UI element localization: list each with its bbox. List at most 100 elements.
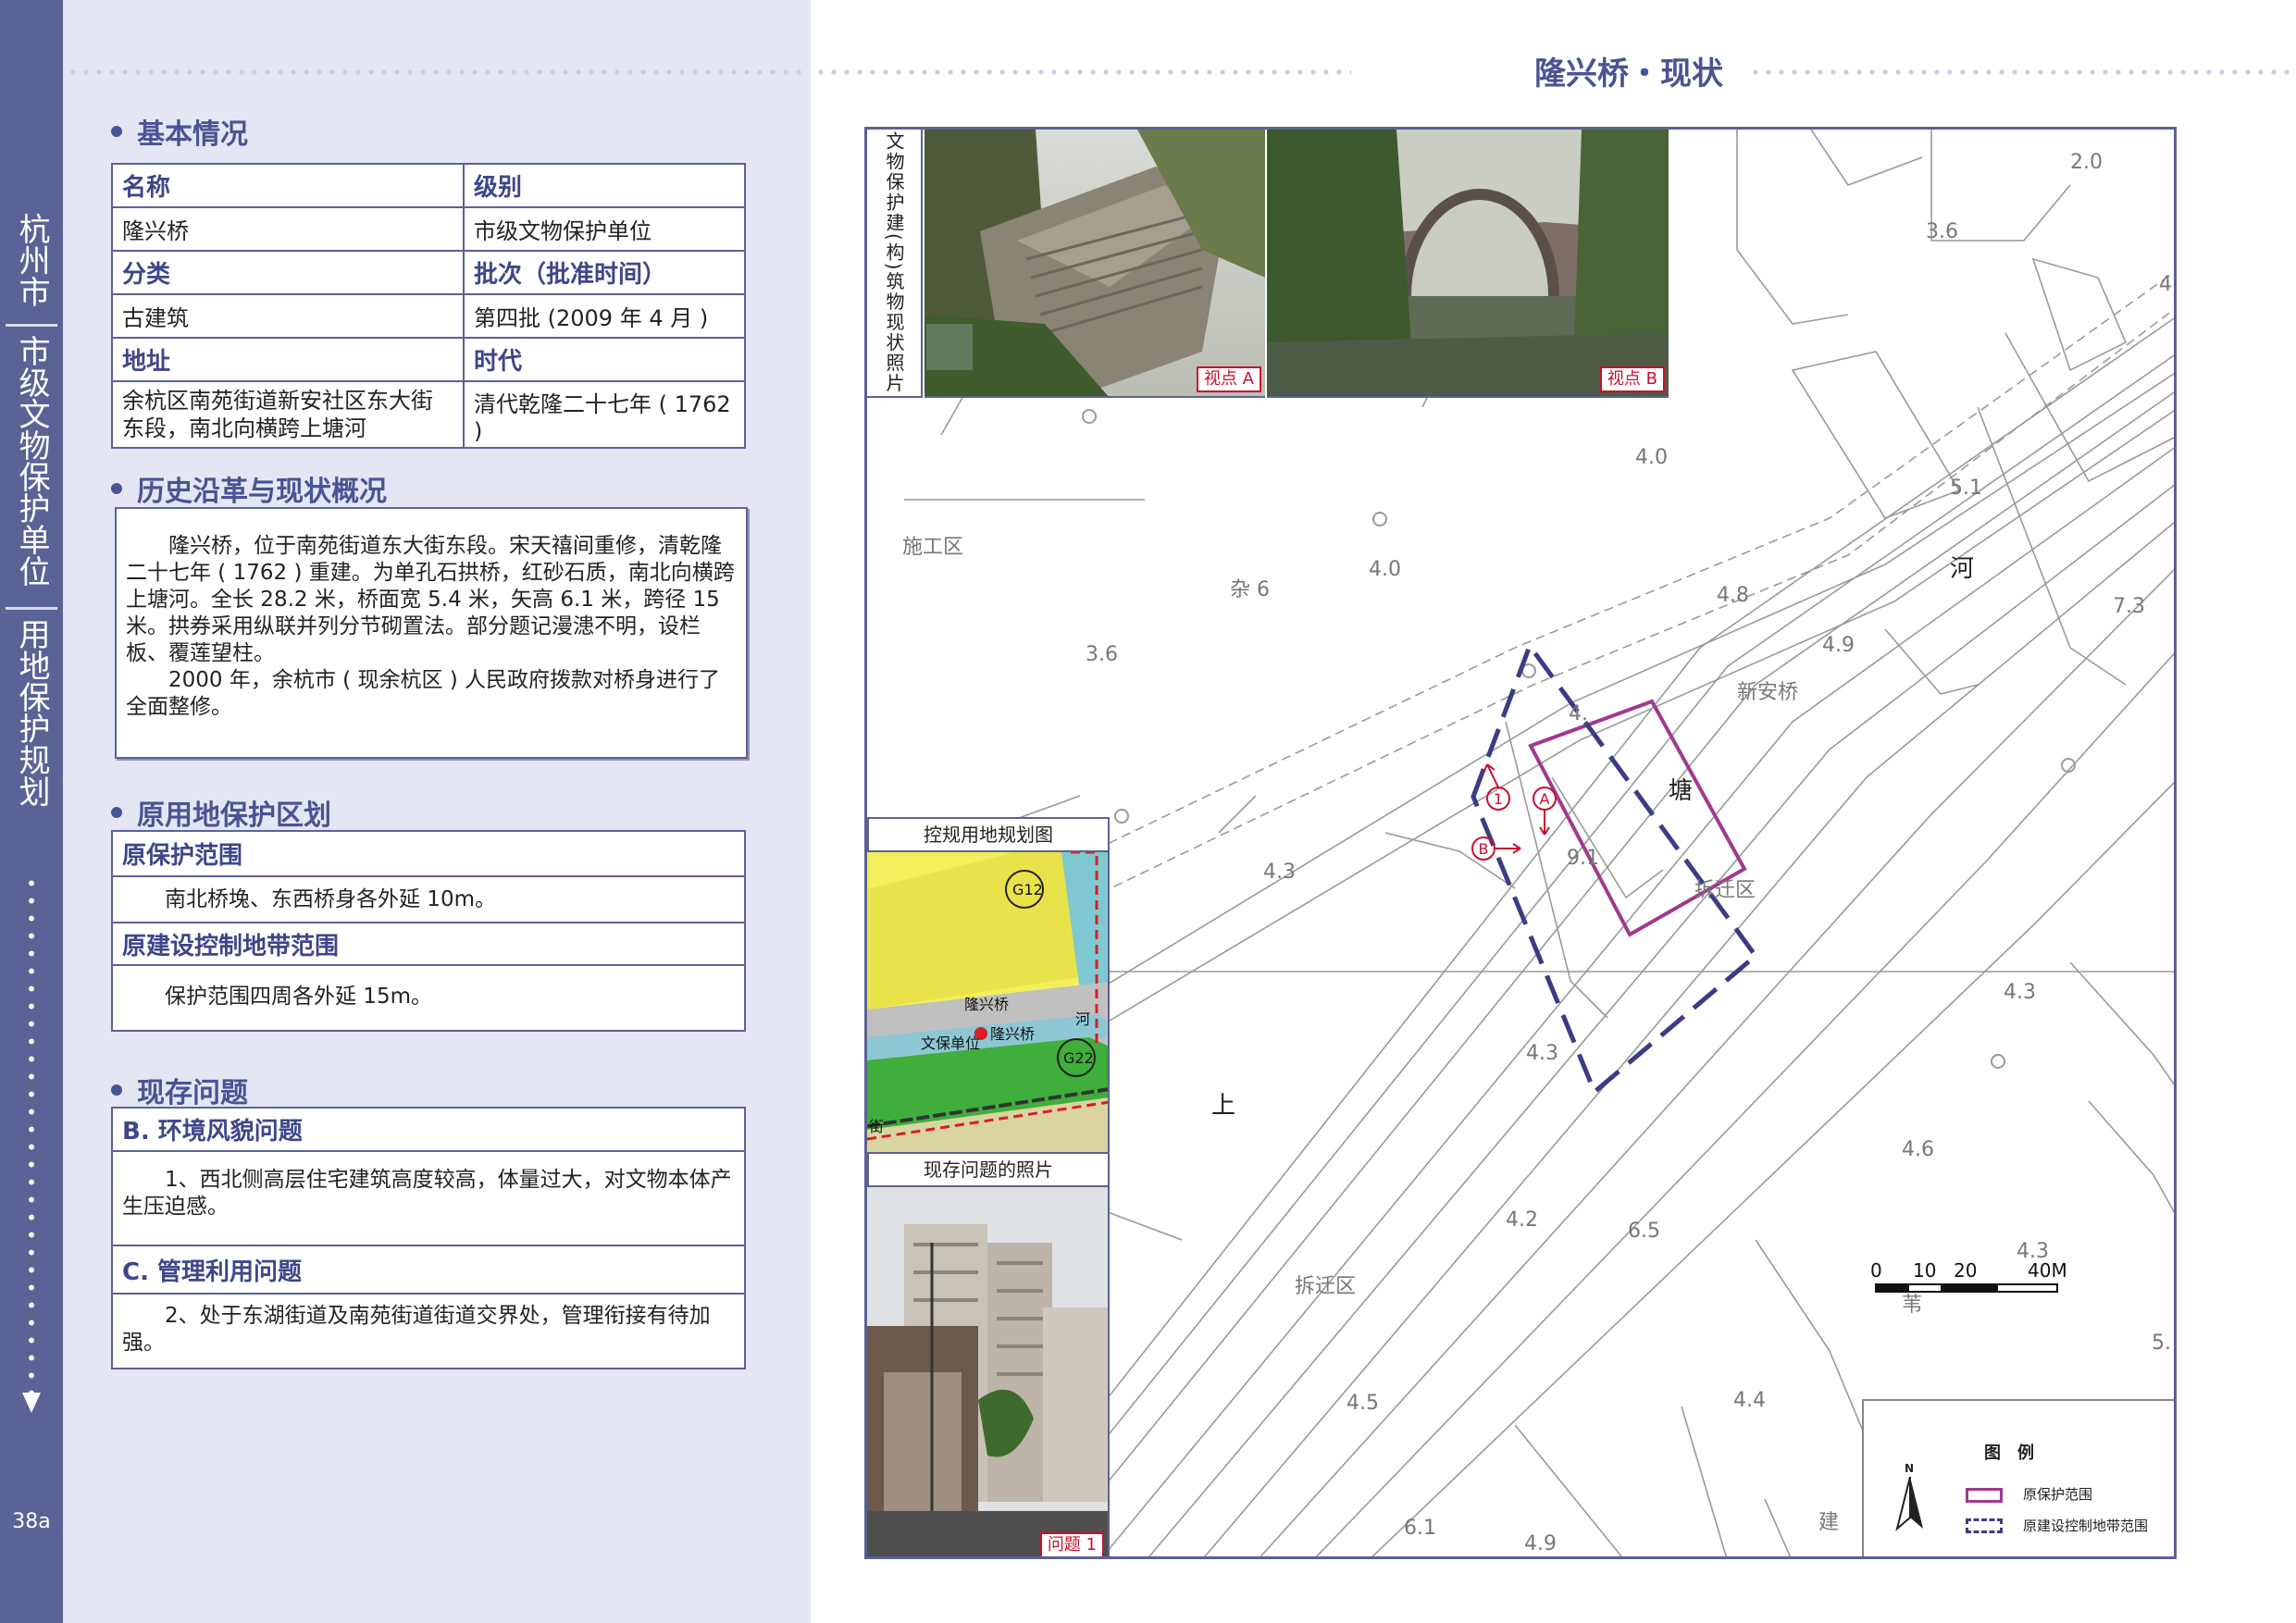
- elevation-label: 6.5: [1628, 1220, 1660, 1243]
- elevation-label: 2.0: [2070, 151, 2103, 174]
- legend-control-label: 原建设控制地带范围: [2023, 1518, 2149, 1534]
- side-separator: [6, 607, 57, 610]
- scale-bar: 0 10 20 40M: [1870, 1259, 2067, 1293]
- label-demolish-area: 拆迁区: [1295, 1275, 1357, 1298]
- history-paragraph-1: 隆兴桥，位于南苑街道东大街东段。宋天禧间重修，清乾隆二十七年 ( 1762 ) …: [126, 534, 735, 665]
- scale-tick-label: 0: [1870, 1259, 1882, 1282]
- section-heading-protection: 原用地保护区划: [111, 792, 331, 833]
- section-heading-history: 历史沿革与现状概况: [111, 468, 387, 509]
- control-zone-polygon: [1471, 640, 1759, 1096]
- basic-info-table: 名称 级别 隆兴桥 市级文物保护单位 分类 批次（批准时间） 古建筑 第四批 (…: [111, 163, 746, 449]
- viewpoint-b-label: B: [1479, 840, 1489, 858]
- elevation-label: 4.3: [1526, 1042, 1558, 1065]
- elevation-label: 4.4: [1733, 1389, 1766, 1412]
- side-category: 市级文物保护单位: [13, 335, 50, 587]
- legend-protect-label: 原保护范围: [2023, 1486, 2093, 1503]
- plan-label: 街: [869, 1118, 884, 1135]
- address-value: 余杭区南苑街道新安社区东大街东段，南北向横跨上塘河: [111, 380, 465, 449]
- page-number: 38a: [12, 1510, 51, 1533]
- photo-label-problem-1: 问题 1: [1039, 1532, 1104, 1556]
- batch-value: 第四批 (2009 年 4 月 ): [463, 293, 746, 339]
- elevation-label: 6.1: [1404, 1517, 1436, 1540]
- history-box: 隆兴桥，位于南苑街道东大街东段。宋天禧间重修，清乾隆二十七年 ( 1762 ) …: [115, 507, 748, 759]
- photo-strip-label: 文物保护建(构)筑物现状照片: [867, 130, 923, 398]
- batch-label: 批次（批准时间）: [463, 250, 746, 295]
- side-strip: 杭州市 市级文物保护单位 用地保护规划 38a: [0, 0, 63, 1623]
- plan-caption: 控规用地规划图: [867, 817, 1110, 852]
- bullet-icon: [111, 807, 122, 818]
- elevation-label: 4.8: [1717, 584, 1749, 607]
- type-value: 古建筑: [111, 293, 465, 339]
- label-shang: 上: [1211, 1092, 1236, 1120]
- side-section: 用地保护规划: [13, 618, 50, 807]
- side-dots: [28, 874, 35, 1393]
- side-city: 杭州市: [13, 213, 50, 307]
- elevation-label: 3.6: [1926, 220, 1958, 243]
- north-arrow-icon: [1895, 1477, 1923, 1531]
- label-tang: 塘: [1669, 777, 1694, 805]
- page-title: 隆兴桥・现状: [1534, 56, 1723, 93]
- photo-viewpoint-a: 视点 A: [925, 130, 1265, 398]
- bullet-icon: [111, 483, 122, 494]
- bullet-icon: [111, 126, 122, 137]
- elevation-label: 4.: [1569, 702, 1588, 725]
- scale-tick-label: 40M: [2028, 1259, 2067, 1282]
- plan-label: G12: [1012, 881, 1043, 898]
- elevation-label: 4.: [2159, 273, 2177, 296]
- name-label: 名称: [111, 163, 465, 208]
- label-jian: 建: [1818, 1511, 1840, 1534]
- era-label: 时代: [463, 337, 746, 382]
- label-river: 河: [1950, 555, 1975, 583]
- legend-title: 图 例: [1984, 1443, 2034, 1463]
- photo-label-viewpoint-b: 视点 B: [1599, 366, 1665, 392]
- legend-north-label: N: [1905, 1462, 1915, 1475]
- bullet-icon: [111, 1084, 122, 1096]
- level-value: 市级文物保护单位: [463, 206, 746, 252]
- address-label: 地址: [111, 337, 465, 382]
- elevation-label: 5.1: [1950, 477, 1982, 500]
- elevation-label: 9.1: [1567, 847, 1599, 870]
- problem-photo-caption: 现存问题的照片: [867, 1152, 1110, 1187]
- elevation-label: 4.3: [2004, 981, 2036, 1004]
- level-label: 级别: [463, 163, 746, 208]
- problem-b-title: B. 环境风貌问题: [113, 1109, 744, 1152]
- viewpoint-a-label: A: [1540, 790, 1550, 808]
- photo-viewpoint-b: 视点 B: [1267, 130, 1669, 398]
- history-paragraph-2: 2000 年，余杭市 ( 现余杭区 ) 人民政府拨款对桥身进行了全面整修。: [126, 668, 721, 719]
- section-heading-problems: 现存问题: [111, 1070, 248, 1110]
- elevation-label: 4.2: [1506, 1208, 1538, 1232]
- elevation-label: 4.0: [1635, 446, 1668, 469]
- legend-protect-swatch: [1966, 1488, 2003, 1503]
- control-range-text: 保护范围四周各外延 15m。: [165, 985, 432, 1009]
- elevation-label: 3.6: [1086, 643, 1118, 666]
- problems-box: B. 环境风貌问题 1、西北侧高层住宅建筑高度较高，体量过大，对文物本体产生压迫…: [111, 1107, 746, 1369]
- protection-box: 原保护范围 南北桥堍、东西桥身各外延 10m。 原建设控制地带范围 保护范围四周…: [111, 830, 746, 1032]
- label-shi: 苇: [1902, 1294, 1923, 1317]
- scale-tick-label: 10: [1913, 1259, 1936, 1282]
- control-plan-inset: G12 G22 隆兴桥 文保单位 隆兴桥 河 街: [867, 852, 1110, 1152]
- protection-range-text: 南北桥堍、东西桥身各外延 10m。: [113, 877, 744, 923]
- elevation-label: 4.9: [1822, 634, 1855, 657]
- plan-label: 文保单位: [921, 1035, 980, 1052]
- elevation-label: 4.3: [1263, 861, 1296, 884]
- viewpoint-1-label: 1: [1494, 790, 1503, 808]
- problem-photo: 问题 1: [867, 1187, 1110, 1556]
- era-value: 清代乾隆二十七年 ( 1762 ): [463, 380, 746, 449]
- label-misc: 杂 6: [1230, 578, 1270, 601]
- control-range-title: 原建设控制地带范围: [113, 923, 744, 966]
- plan-label: 隆兴桥: [964, 996, 1009, 1013]
- side-separator: [6, 324, 57, 327]
- elevation-label: 5.: [2152, 1332, 2171, 1355]
- name-value: 隆兴桥: [111, 206, 465, 252]
- elevation-label: 4.0: [1369, 558, 1401, 581]
- type-label: 分类: [111, 250, 465, 295]
- plan-label: G22: [1063, 1049, 1094, 1067]
- legend-control-swatch: [1966, 1518, 2003, 1533]
- problem-c-text: 2、处于东湖街道及南苑街道街道交界处，管理衔接有待加强。: [122, 1303, 711, 1355]
- label-construction-area: 施工区: [902, 536, 964, 559]
- label-demolish-area: 拆迁区: [1694, 879, 1756, 902]
- elevation-label: 4.6: [1902, 1138, 1934, 1161]
- plan-label: 隆兴桥: [990, 1025, 1035, 1043]
- photo-label-viewpoint-a: 视点 A: [1196, 366, 1261, 392]
- plan-label: 河: [1075, 1010, 1090, 1028]
